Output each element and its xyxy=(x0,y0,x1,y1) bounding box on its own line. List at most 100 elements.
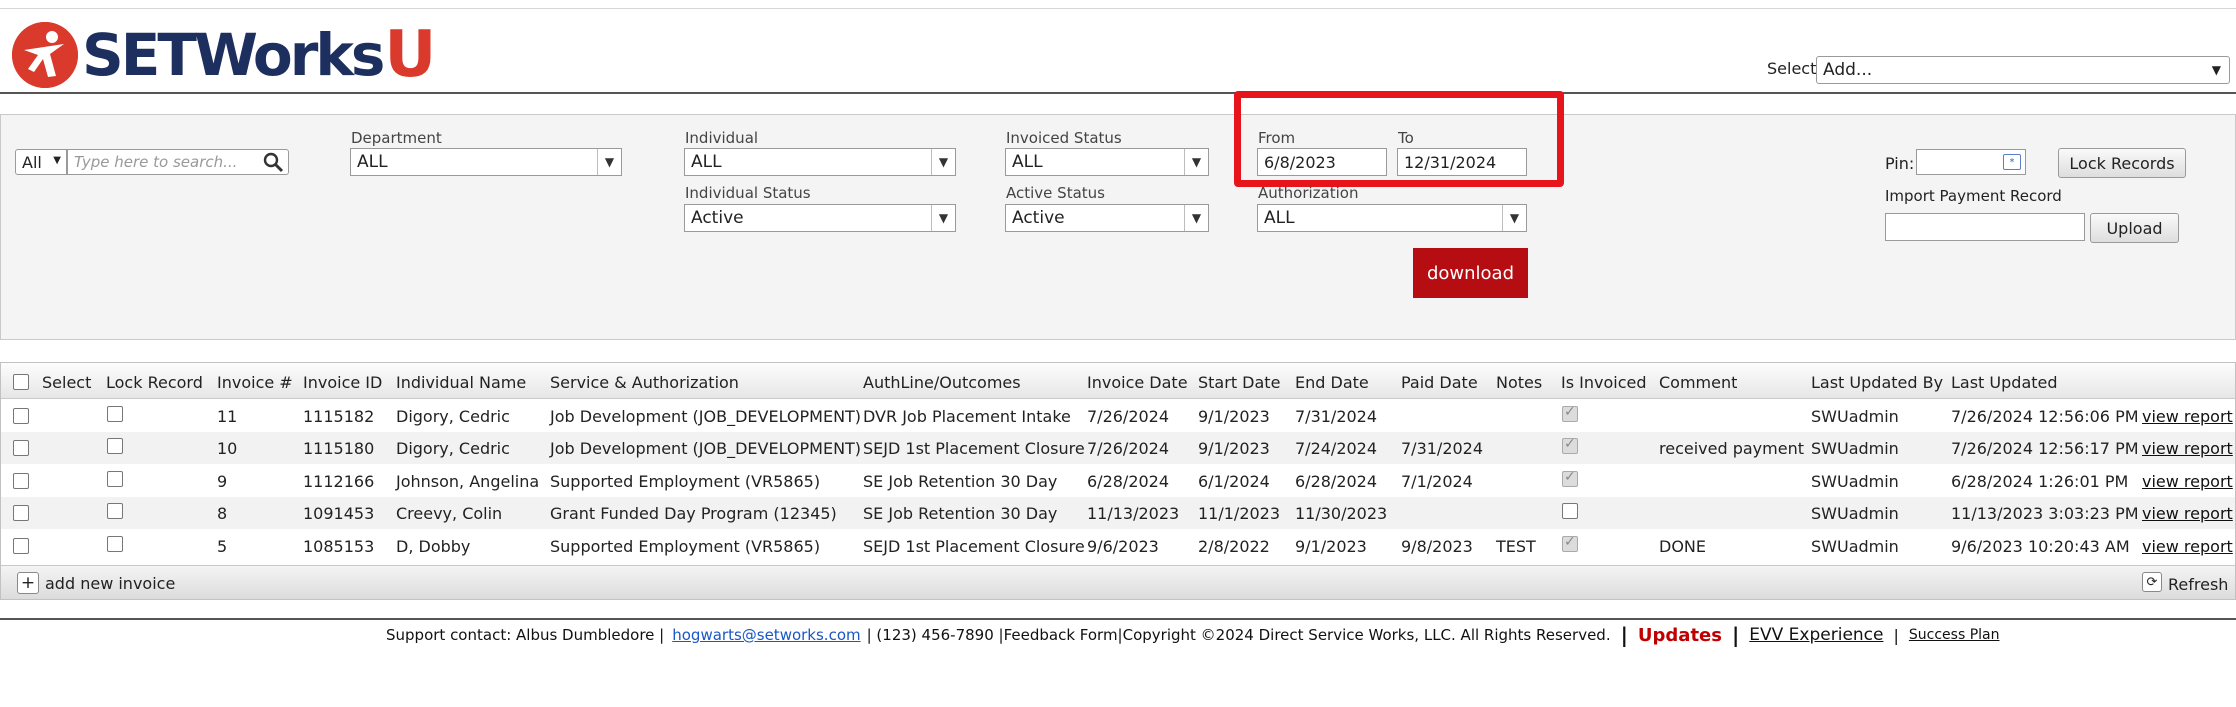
row-select-checkbox[interactable] xyxy=(13,472,29,489)
invoiced-status-select[interactable]: ALL ▼ xyxy=(1005,148,1209,176)
add-new-invoice-link[interactable]: add new invoice xyxy=(45,574,175,593)
pin-label: Pin: xyxy=(1885,154,1915,173)
lock-records-button[interactable]: Lock Records xyxy=(2058,148,2186,178)
header-divider xyxy=(0,92,2236,94)
cell-individual-name: Digory, Cedric xyxy=(396,439,510,459)
cell-individual-name: Creevy, Colin xyxy=(396,504,503,524)
cell-last-updated-by: SWUadmin xyxy=(1811,504,1899,524)
success-plan-link[interactable]: Success Plan xyxy=(1909,627,2000,643)
authorization-value: ALL xyxy=(1264,208,1295,228)
chevron-down-icon: ▼ xyxy=(931,205,955,231)
cell-service: Job Development (JOB_DEVELOPMENT) xyxy=(550,439,862,459)
col-authline-outcomes[interactable]: AuthLine/Outcomes xyxy=(863,373,1021,392)
cell-start-date: 6/1/2024 xyxy=(1198,471,1270,491)
col-notes[interactable]: Notes xyxy=(1496,373,1542,392)
cell-last-updated-by: SWUadmin xyxy=(1811,407,1899,426)
row-lock-checkbox[interactable] xyxy=(107,535,123,552)
col-is-invoiced[interactable]: Is Invoiced xyxy=(1561,373,1647,392)
col-comment[interactable]: Comment xyxy=(1659,373,1737,392)
cell-invoice-id: 1085153 xyxy=(303,536,375,556)
grid-footer: + add new invoice ⟳ Refresh xyxy=(1,565,2235,599)
cell-authline: SEJD 1st Placement Closure xyxy=(863,536,1085,556)
refresh-icon[interactable]: ⟳ xyxy=(2142,572,2162,592)
table-row: 5 1085153 D, Dobby Supported Employment (VR… xyxy=(1,530,2235,562)
chevron-down-icon: ▼ xyxy=(1184,205,1208,231)
cell-start-date: 11/1/2023 xyxy=(1198,504,1281,524)
table-row: 9 1112166 Johnson, Angelina Supported Emplo… xyxy=(1,465,2235,497)
header-add-select[interactable]: Add... ▼ xyxy=(1816,56,2230,84)
row-select-checkbox[interactable] xyxy=(13,440,29,457)
col-last-updated[interactable]: Last Updated xyxy=(1951,373,2058,392)
cell-last-updated: 6/28/2024 1:26:01 PM xyxy=(1951,471,2129,491)
view-report-link[interactable]: view report xyxy=(2142,407,2233,426)
cell-authline: SE Job Retention 30 Day xyxy=(863,471,1058,491)
cell-authline: SEJD 1st Placement Closure xyxy=(863,439,1085,459)
individual-label: Individual xyxy=(685,129,759,147)
cell-last-updated-by: SWUadmin xyxy=(1811,471,1899,491)
col-end-date[interactable]: End Date xyxy=(1295,373,1369,392)
footer-separator-2: | xyxy=(1731,623,1740,647)
plus-icon[interactable]: + xyxy=(17,572,39,594)
cell-invoice-date: 7/26/2024 xyxy=(1087,407,1170,426)
col-start-date[interactable]: Start Date xyxy=(1198,373,1280,392)
is-invoiced-checkbox xyxy=(1562,503,1578,520)
chevron-down-icon: ▼ xyxy=(1184,149,1208,175)
search-icon[interactable] xyxy=(262,151,284,177)
header-add-select-value: Add... xyxy=(1823,60,1873,80)
row-select-checkbox[interactable] xyxy=(13,408,29,424)
row-select-checkbox[interactable] xyxy=(13,505,29,522)
search-input[interactable]: Type here to search... xyxy=(67,149,289,175)
cell-invoice-date: 9/6/2023 xyxy=(1087,536,1159,556)
updates-link[interactable]: Updates xyxy=(1638,625,1722,646)
col-last-updated-by[interactable]: Last Updated By xyxy=(1811,373,1943,392)
support-email-link[interactable]: hogwarts@setworks.com xyxy=(672,626,860,644)
is-invoiced-checkbox xyxy=(1562,469,1578,487)
active-status-select[interactable]: Active ▼ xyxy=(1005,204,1209,232)
evv-experience-link[interactable]: EVV Experience xyxy=(1749,625,1883,645)
keypad-icon[interactable]: * xyxy=(2003,154,2021,170)
refresh-button[interactable]: Refresh xyxy=(2168,575,2228,594)
view-report-link[interactable]: view report xyxy=(2142,504,2233,523)
logo-wordmark: SETWorks xyxy=(82,21,385,89)
individual-status-select[interactable]: Active ▼ xyxy=(684,204,956,232)
upload-button[interactable]: Upload xyxy=(2090,213,2179,243)
col-service-authorization[interactable]: Service & Authorization xyxy=(550,373,739,392)
cell-invoice-date: 7/26/2024 xyxy=(1087,439,1170,459)
row-lock-checkbox[interactable] xyxy=(107,438,123,455)
view-report-link[interactable]: view report xyxy=(2142,537,2233,556)
col-invoice-id[interactable]: Invoice ID xyxy=(303,373,382,392)
download-button[interactable]: download xyxy=(1413,248,1528,298)
table-row: 11 1115182 Digory, Cedric Job Development (… xyxy=(1,400,2235,432)
row-lock-checkbox[interactable] xyxy=(107,470,123,487)
chevron-down-icon: ▼ xyxy=(597,149,621,175)
pin-input[interactable]: * xyxy=(1916,149,2026,175)
authorization-select[interactable]: ALL ▼ xyxy=(1257,204,1527,232)
cell-service: Supported Employment (VR5865) xyxy=(550,536,821,556)
department-label: Department xyxy=(351,129,442,147)
is-invoiced-checkbox xyxy=(1562,436,1578,455)
import-file-input[interactable] xyxy=(1885,213,2085,241)
chevron-down-icon: ▼ xyxy=(931,149,955,175)
view-report-link[interactable]: view report xyxy=(2142,439,2233,458)
cell-last-updated: 9/6/2023 10:20:43 AM xyxy=(1951,536,2130,556)
search-mode-select[interactable]: All ▼ xyxy=(15,149,67,175)
row-select-checkbox[interactable] xyxy=(13,537,29,554)
cell-authline: SE Job Retention 30 Day xyxy=(863,504,1058,524)
individual-select[interactable]: ALL ▼ xyxy=(684,148,956,176)
view-report-link[interactable]: view report xyxy=(2142,472,2233,491)
row-lock-checkbox[interactable] xyxy=(107,406,123,422)
col-invoice-date[interactable]: Invoice Date xyxy=(1087,373,1188,392)
col-paid-date[interactable]: Paid Date xyxy=(1401,373,1478,392)
cell-end-date: 7/24/2024 xyxy=(1295,439,1378,459)
footer-separator: | xyxy=(1620,623,1628,647)
department-select[interactable]: ALL ▼ xyxy=(350,148,622,176)
cell-end-date: 9/1/2023 xyxy=(1295,536,1367,556)
active-status-label: Active Status xyxy=(1006,184,1105,202)
individual-value: ALL xyxy=(691,152,722,172)
select-all-checkbox[interactable] xyxy=(13,374,29,390)
individual-status-label: Individual Status xyxy=(685,184,811,202)
col-invoice-no[interactable]: Invoice # xyxy=(217,373,293,392)
col-individual-name[interactable]: Individual Name xyxy=(396,373,526,392)
row-lock-checkbox[interactable] xyxy=(107,503,123,520)
col-lock-record[interactable]: Lock Record xyxy=(106,373,203,392)
